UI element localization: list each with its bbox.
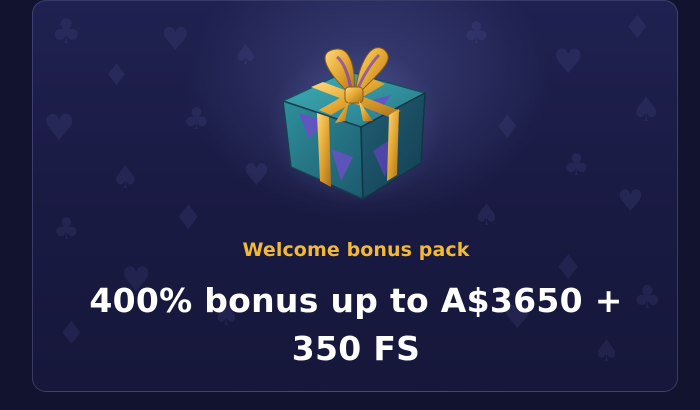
bonus-pack-label: Welcome bonus pack (242, 239, 470, 261)
bonus-offer-title: 400% bonus up to A$3650 + 350 FS (89, 281, 623, 368)
gift-box-icon (265, 31, 445, 211)
welcome-bonus-card[interactable]: ♣ ♦ ♥ ♠ ♣ ♥ ♦ ♥ ♣ ♦ ♠ ♠ ♥ ♣ ♦ ♠ ♥ ♥ ♣ ♦ … (32, 0, 678, 392)
